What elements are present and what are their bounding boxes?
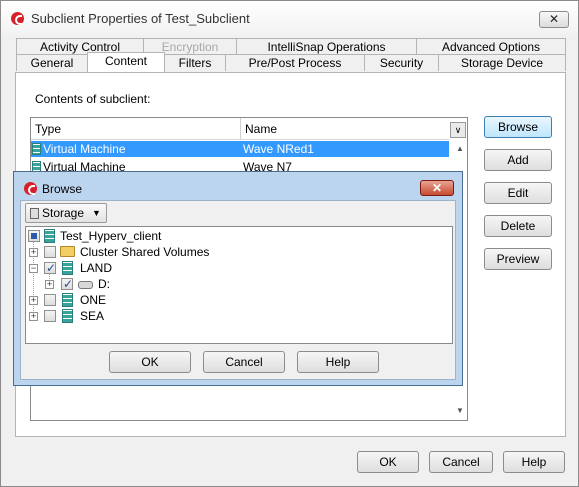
tree-checkbox[interactable] — [44, 260, 56, 276]
subclient-properties-window: Subclient Properties of Test_Subclient ✕… — [0, 0, 579, 487]
storage-label: Storage — [42, 206, 85, 220]
browse-help-button[interactable]: Help — [297, 351, 379, 373]
ok-button[interactable]: OK — [357, 451, 419, 473]
folder-icon — [60, 246, 75, 257]
expand-icon[interactable]: + — [29, 248, 38, 257]
storage-icon — [30, 208, 39, 219]
app-logo-icon — [11, 12, 24, 25]
title-bar: Subclient Properties of Test_Subclient ✕ — [1, 1, 578, 35]
preview-button[interactable]: Preview — [484, 248, 552, 270]
tab-filters[interactable]: Filters — [164, 54, 226, 71]
browse-ok-button[interactable]: OK — [109, 351, 191, 373]
tab-content[interactable]: Content — [87, 52, 165, 72]
tree-item-land[interactable]: − LAND — [26, 260, 326, 276]
chevron-down-icon: ▼ — [92, 208, 101, 218]
browse-dialog-title: Browse — [42, 182, 83, 196]
tree-item-cluster-shared-volumes[interactable]: + Cluster Shared Volumes — [26, 244, 326, 260]
virtual-machine-icon — [62, 293, 73, 307]
tab-storage-device[interactable]: Storage Device — [438, 54, 566, 71]
edit-button[interactable]: Edit — [484, 182, 552, 204]
browse-button[interactable]: Browse — [484, 116, 552, 138]
virtual-machine-icon — [32, 143, 41, 155]
scroll-down-arrow-icon[interactable]: ▼ — [454, 406, 466, 418]
browse-close-button[interactable]: ✕ — [420, 180, 454, 196]
browse-cancel-button[interactable]: Cancel — [203, 351, 285, 373]
browse-tree[interactable]: Test_Hyperv_client + Cluster Shared Volu… — [25, 226, 453, 344]
tab-security[interactable]: Security — [364, 54, 439, 71]
tree-checkbox[interactable] — [44, 246, 56, 258]
browse-dialog-footer: OK Cancel Help — [25, 347, 453, 377]
collapse-icon[interactable]: − — [29, 264, 38, 273]
tree-item-sea[interactable]: + SEA — [26, 308, 326, 324]
expand-icon[interactable]: + — [29, 312, 38, 321]
column-chooser-icon[interactable]: ∨ — [450, 122, 466, 138]
row-name: Wave NRed1 — [243, 142, 314, 156]
drive-icon — [78, 281, 93, 289]
root-checkbox[interactable] — [28, 230, 40, 242]
tree-checkbox[interactable] — [61, 276, 73, 292]
close-button[interactable]: ✕ — [539, 11, 569, 28]
help-button[interactable]: Help — [503, 451, 565, 473]
tree-checkbox[interactable] — [44, 294, 56, 306]
delete-button[interactable]: Delete — [484, 215, 552, 237]
column-header-name[interactable]: Name — [241, 118, 449, 140]
tree-item-label: Cluster Shared Volumes — [80, 245, 210, 259]
tab-advanced-options[interactable]: Advanced Options — [416, 38, 566, 55]
app-logo-icon — [24, 182, 37, 195]
contents-label: Contents of subclient: — [35, 92, 151, 106]
tab-intellisnap-operations[interactable]: IntelliSnap Operations — [236, 38, 417, 55]
cancel-button[interactable]: Cancel — [429, 451, 493, 473]
tree-item-label: ONE — [80, 293, 107, 307]
scroll-up-arrow-icon[interactable]: ▲ — [454, 144, 466, 156]
expand-icon[interactable]: + — [45, 280, 54, 289]
browse-dialog: Browse ✕ Storage ▼ Test_Hyperv_client + … — [13, 171, 463, 386]
tree-item-label: Test_Hyperv_client — [60, 229, 162, 243]
tree-item-root[interactable]: Test_Hyperv_client — [26, 228, 326, 244]
tab-general[interactable]: General — [16, 54, 88, 71]
tree-item-label: LAND — [80, 261, 113, 275]
browse-dialog-body: Storage ▼ Test_Hyperv_client + Cluster S… — [20, 200, 456, 380]
client-icon — [44, 229, 55, 243]
virtual-machine-icon — [62, 309, 73, 323]
storage-dropdown[interactable]: Storage ▼ — [25, 203, 107, 223]
expand-icon[interactable]: + — [29, 296, 38, 305]
column-header-type[interactable]: Type — [31, 118, 241, 140]
tree-item-one[interactable]: + ONE — [26, 292, 326, 308]
tree-item-label: D: — [98, 277, 110, 291]
tree-item-label: SEA — [80, 309, 105, 323]
tree-checkbox[interactable] — [44, 310, 56, 322]
add-button[interactable]: Add — [484, 149, 552, 171]
row-type: Virtual Machine — [43, 142, 126, 156]
list-item[interactable]: Virtual Machine Wave NRed1 — [31, 141, 449, 157]
virtual-machine-icon — [62, 261, 73, 275]
tree-item-drive-d[interactable]: + D: — [26, 276, 326, 292]
tab-pre-post-process[interactable]: Pre/Post Process — [225, 54, 365, 71]
window-title: Subclient Properties of Test_Subclient — [31, 11, 250, 26]
